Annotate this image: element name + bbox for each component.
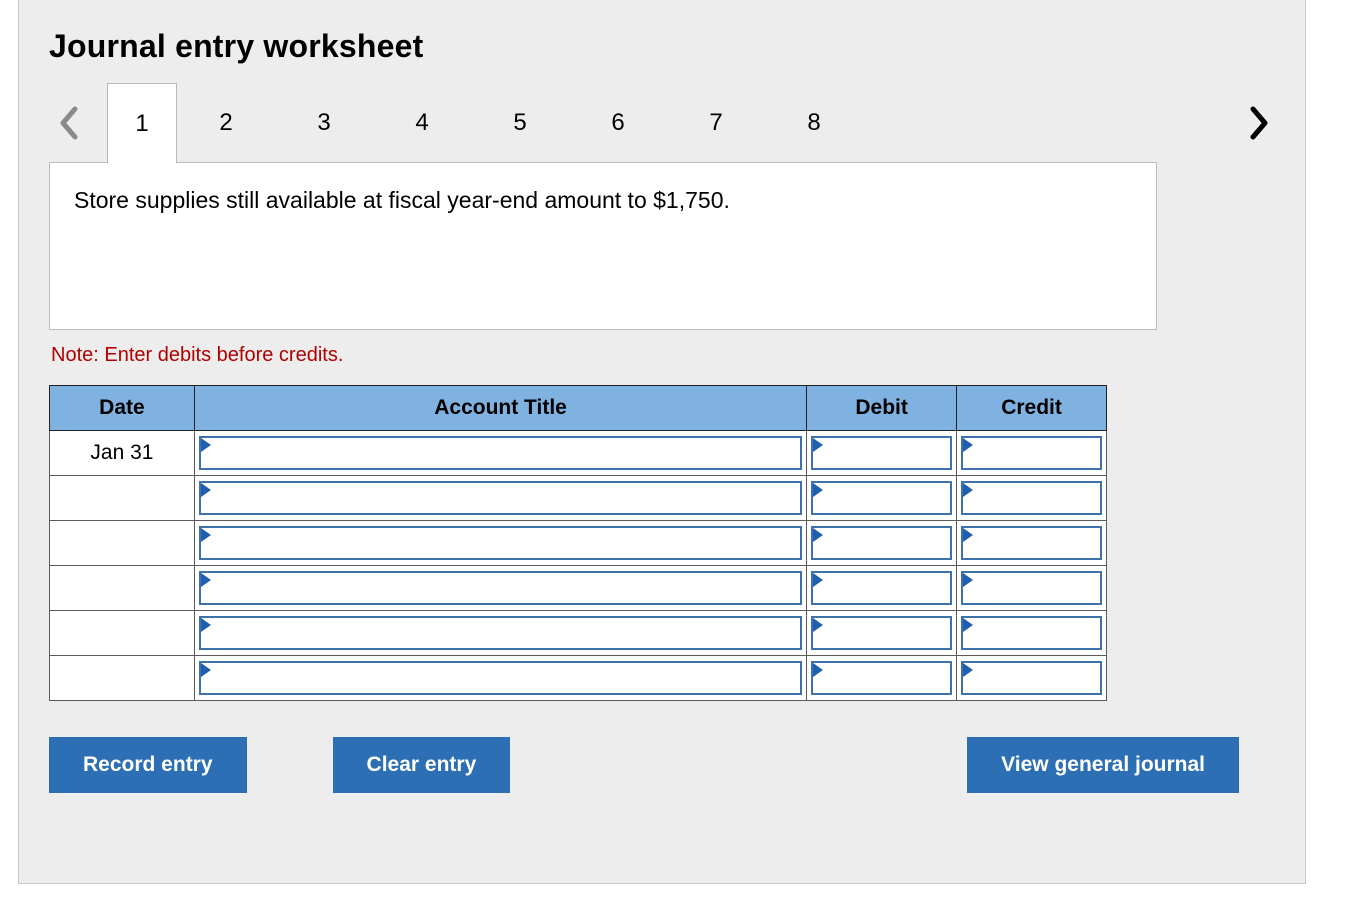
action-buttons: Record entry Clear entry View general jo… xyxy=(49,737,1239,793)
credit-input[interactable] xyxy=(961,661,1102,695)
debit-input[interactable] xyxy=(811,661,952,695)
credit-cell[interactable] xyxy=(957,566,1107,611)
dropdown-indicator-icon xyxy=(813,483,823,497)
title-input[interactable] xyxy=(199,616,802,650)
debit-input[interactable] xyxy=(811,481,952,515)
credit-input[interactable] xyxy=(961,616,1102,650)
record-entry-button[interactable]: Record entry xyxy=(49,737,247,793)
clear-entry-button[interactable]: Clear entry xyxy=(333,737,511,793)
table-row xyxy=(50,521,1107,566)
debit-cell[interactable] xyxy=(807,521,957,566)
note-text: Note: Enter debits before credits. xyxy=(51,344,1275,367)
title-input[interactable] xyxy=(199,661,802,695)
dropdown-indicator-icon xyxy=(201,528,211,542)
dropdown-indicator-icon xyxy=(963,618,973,632)
table-row xyxy=(50,566,1107,611)
title-input[interactable] xyxy=(199,481,802,515)
date-cell[interactable] xyxy=(50,521,195,566)
entry-tab-4[interactable]: 4 xyxy=(373,83,471,163)
dropdown-indicator-icon xyxy=(201,618,211,632)
title-cell[interactable] xyxy=(194,431,806,476)
debit-cell[interactable] xyxy=(807,611,957,656)
col-header-date: Date xyxy=(50,386,195,431)
entry-tab-2[interactable]: 2 xyxy=(177,83,275,163)
date-cell[interactable]: Jan 31 xyxy=(50,431,195,476)
dropdown-indicator-icon xyxy=(201,438,211,452)
dropdown-indicator-icon xyxy=(813,663,823,677)
chevron-right-icon xyxy=(1248,106,1270,140)
dropdown-indicator-icon xyxy=(813,618,823,632)
entry-tab-1[interactable]: 1 xyxy=(107,83,177,163)
entry-tab-8[interactable]: 8 xyxy=(765,83,863,163)
credit-cell[interactable] xyxy=(957,431,1107,476)
next-entry-button[interactable] xyxy=(1239,106,1279,140)
title-input[interactable] xyxy=(199,436,802,470)
dropdown-indicator-icon xyxy=(963,483,973,497)
entry-tab-5[interactable]: 5 xyxy=(471,83,569,163)
dropdown-indicator-icon xyxy=(201,573,211,587)
col-header-account-title: Account Title xyxy=(194,386,806,431)
worksheet-panel: Journal entry worksheet 12345678 Store s… xyxy=(18,0,1306,884)
debit-input[interactable] xyxy=(811,526,952,560)
col-header-debit: Debit xyxy=(807,386,957,431)
table-row: Jan 31 xyxy=(50,431,1107,476)
dropdown-indicator-icon xyxy=(963,663,973,677)
dropdown-indicator-icon xyxy=(813,573,823,587)
date-cell[interactable] xyxy=(50,566,195,611)
credit-cell[interactable] xyxy=(957,611,1107,656)
debit-cell[interactable] xyxy=(807,431,957,476)
date-cell[interactable] xyxy=(50,611,195,656)
transaction-prompt: Store supplies still available at fiscal… xyxy=(49,162,1157,330)
table-row xyxy=(50,656,1107,701)
debit-input[interactable] xyxy=(811,571,952,605)
debit-input[interactable] xyxy=(811,616,952,650)
chevron-left-icon xyxy=(58,106,80,140)
entry-tab-6[interactable]: 6 xyxy=(569,83,667,163)
credit-input[interactable] xyxy=(961,571,1102,605)
credit-cell[interactable] xyxy=(957,656,1107,701)
title-cell[interactable] xyxy=(194,611,806,656)
credit-input[interactable] xyxy=(961,526,1102,560)
dropdown-indicator-icon xyxy=(963,438,973,452)
debit-cell[interactable] xyxy=(807,656,957,701)
table-row xyxy=(50,611,1107,656)
date-cell[interactable] xyxy=(50,476,195,521)
table-row xyxy=(50,476,1107,521)
title-cell[interactable] xyxy=(194,476,806,521)
debit-cell[interactable] xyxy=(807,566,957,611)
journal-entry-table: Date Account Title Debit Credit Jan 31 xyxy=(49,385,1107,701)
debit-input[interactable] xyxy=(811,436,952,470)
title-cell[interactable] xyxy=(194,566,806,611)
dropdown-indicator-icon xyxy=(963,573,973,587)
title-input[interactable] xyxy=(199,571,802,605)
title-input[interactable] xyxy=(199,526,802,560)
entry-tabs: 12345678 xyxy=(49,83,1275,163)
credit-input[interactable] xyxy=(961,481,1102,515)
page-title: Journal entry worksheet xyxy=(49,28,1275,65)
prev-entry-button[interactable] xyxy=(49,106,89,140)
col-header-credit: Credit xyxy=(957,386,1107,431)
dropdown-indicator-icon xyxy=(813,438,823,452)
credit-cell[interactable] xyxy=(957,476,1107,521)
entry-tab-3[interactable]: 3 xyxy=(275,83,373,163)
view-general-journal-button[interactable]: View general journal xyxy=(967,737,1239,793)
dropdown-indicator-icon xyxy=(201,663,211,677)
debit-cell[interactable] xyxy=(807,476,957,521)
dropdown-indicator-icon xyxy=(201,483,211,497)
dropdown-indicator-icon xyxy=(963,528,973,542)
credit-input[interactable] xyxy=(961,436,1102,470)
entry-tab-7[interactable]: 7 xyxy=(667,83,765,163)
date-cell[interactable] xyxy=(50,656,195,701)
title-cell[interactable] xyxy=(194,656,806,701)
credit-cell[interactable] xyxy=(957,521,1107,566)
dropdown-indicator-icon xyxy=(813,528,823,542)
title-cell[interactable] xyxy=(194,521,806,566)
